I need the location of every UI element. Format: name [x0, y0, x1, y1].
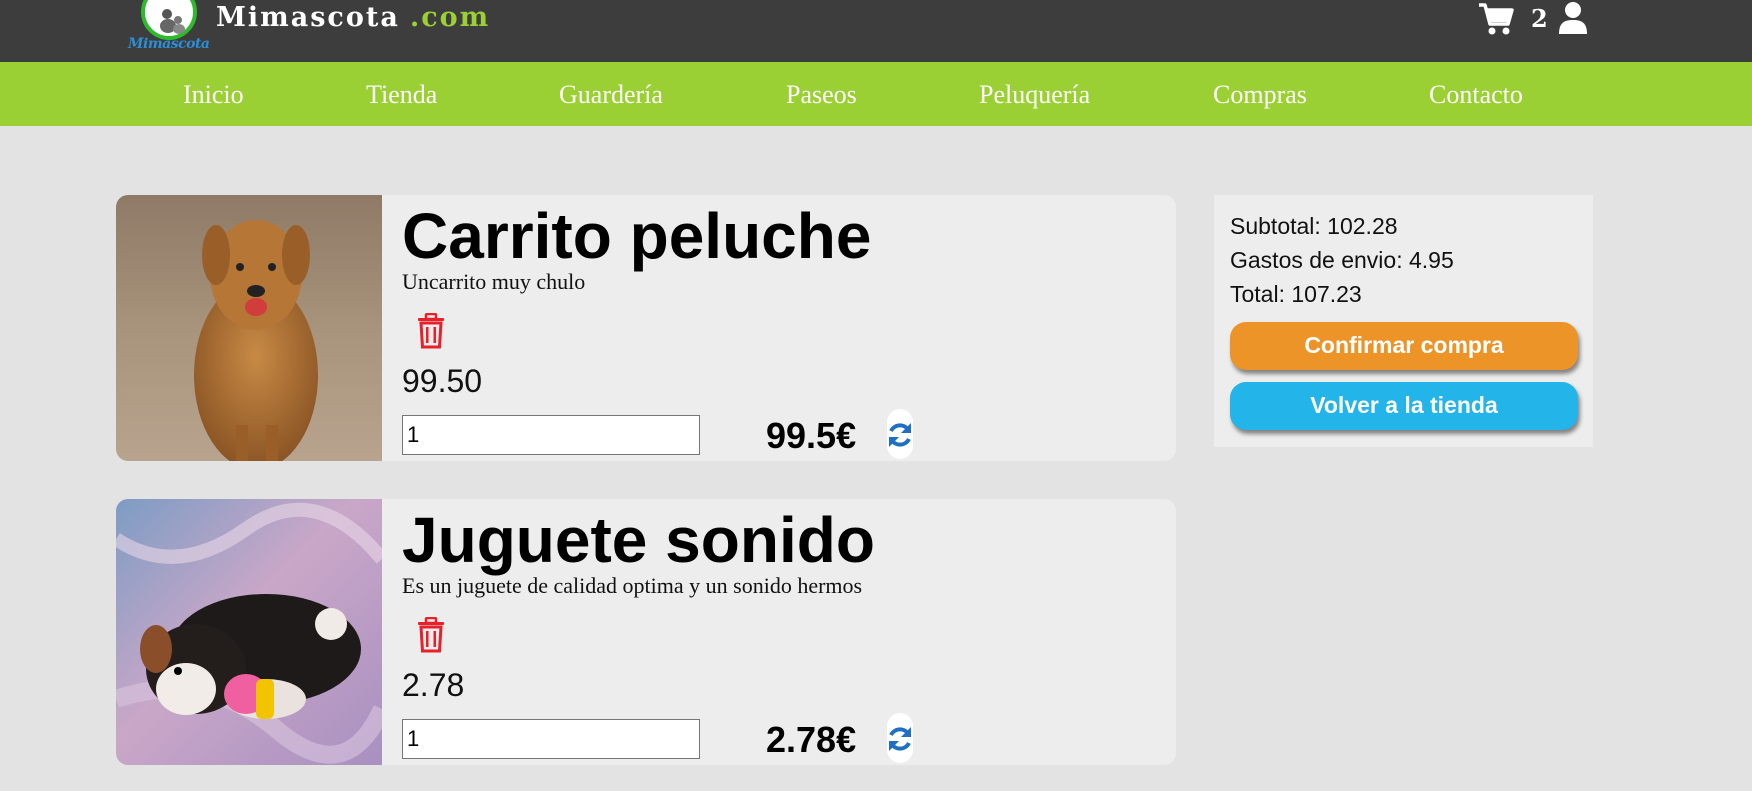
site-logo[interactable]: Mimascota: [127, 0, 213, 56]
pets-logo-icon: [160, 9, 185, 34]
brand-domain: .com: [409, 2, 491, 33]
trash-icon[interactable]: [416, 617, 446, 653]
brand-name[interactable]: Mimascota .com: [216, 2, 490, 33]
trash-icon[interactable]: [416, 313, 446, 349]
refresh-icon: [889, 423, 911, 447]
product-unit-price: 99.50: [402, 363, 483, 399]
product-unit-price: 2.78: [402, 667, 465, 703]
total-text: Total: 107.23: [1230, 281, 1362, 307]
refresh-quantity-button[interactable]: [887, 409, 913, 459]
cart-item-card: Carrito peluche Uncarrito muy chulo 99.5…: [116, 195, 1176, 461]
nav-item-guarderia[interactable]: Guardería: [559, 80, 663, 110]
product-description: Es un juguete de calidad optima y un son…: [402, 573, 863, 598]
nav-item-paseos[interactable]: Paseos: [786, 80, 857, 110]
main-nav: Inicio Tienda Guardería Paseos Peluquerí…: [0, 62, 1752, 126]
confirm-purchase-button[interactable]: Confirmar compra: [1230, 322, 1578, 370]
nav-item-inicio[interactable]: Inicio: [183, 80, 244, 110]
back-to-shop-button[interactable]: Volver a la tienda: [1230, 382, 1578, 430]
brand-name-text: Mimascota: [216, 2, 400, 33]
order-summary: Subtotal: 102.28 Gastos de envio: 4.95 T…: [1214, 195, 1593, 447]
shipping-text: Gastos de envio: 4.95: [1230, 247, 1454, 273]
logo-text: Mimascota: [128, 36, 210, 52]
product-description: Uncarrito muy chulo: [402, 269, 586, 294]
refresh-quantity-button[interactable]: [887, 713, 913, 763]
product-title: Juguete sonido: [402, 504, 875, 576]
top-header: Mimascota Mimascota .com 2: [0, 0, 1752, 62]
nav-item-contacto[interactable]: Contacto: [1429, 80, 1523, 110]
cart-count-badge[interactable]: 2: [1531, 4, 1548, 33]
product-image-puppy: [116, 499, 382, 765]
refresh-icon: [889, 727, 911, 751]
user-icon[interactable]: [1558, 1, 1588, 35]
line-total: 99.5€: [766, 415, 857, 456]
product-title: Carrito peluche: [402, 200, 872, 272]
quantity-input[interactable]: [402, 415, 700, 455]
subtotal-text: Subtotal: 102.28: [1230, 213, 1398, 239]
nav-item-compras[interactable]: Compras: [1213, 80, 1307, 110]
nav-item-tienda[interactable]: Tienda: [366, 80, 437, 110]
product-image-dog: [116, 195, 382, 461]
nav-item-peluqueria[interactable]: Peluquería: [979, 80, 1090, 110]
cart-icon[interactable]: [1478, 2, 1514, 36]
line-total: 2.78€: [766, 719, 857, 760]
quantity-input[interactable]: [402, 719, 700, 759]
cart-item-card: Juguete sonido Es un juguete de calidad …: [116, 499, 1176, 765]
